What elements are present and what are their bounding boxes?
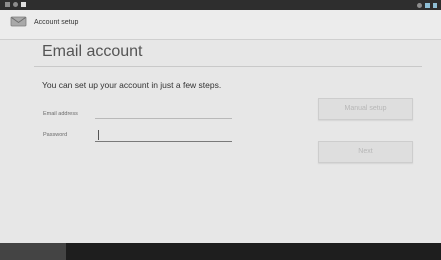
battery-icon — [433, 2, 437, 8]
manual-setup-button[interactable]: Manual setup — [318, 98, 413, 120]
password-input[interactable] — [95, 131, 232, 142]
notification-icon — [21, 2, 26, 7]
notification-icons — [5, 2, 26, 7]
page-title: Email account — [42, 43, 143, 60]
status-bar — [0, 0, 441, 10]
action-bar-title: Account setup — [34, 19, 79, 26]
notification-icon — [13, 2, 18, 7]
navigation-bar-segment — [0, 243, 66, 260]
email-address-label: Email address — [43, 111, 78, 117]
navigation-bar — [0, 243, 441, 260]
wifi-icon — [425, 2, 430, 8]
email-address-input[interactable] — [95, 108, 232, 119]
password-label: Password — [43, 132, 68, 138]
text-cursor — [98, 130, 99, 140]
notification-icon — [5, 2, 10, 7]
system-icons — [417, 0, 437, 10]
title-divider — [34, 66, 422, 67]
action-bar: Account setup — [0, 10, 441, 40]
intro-text: You can set up your account in just a fe… — [42, 80, 222, 90]
email-app-icon[interactable] — [10, 16, 27, 27]
next-button[interactable]: Next — [318, 141, 413, 163]
sync-icon — [417, 2, 422, 8]
